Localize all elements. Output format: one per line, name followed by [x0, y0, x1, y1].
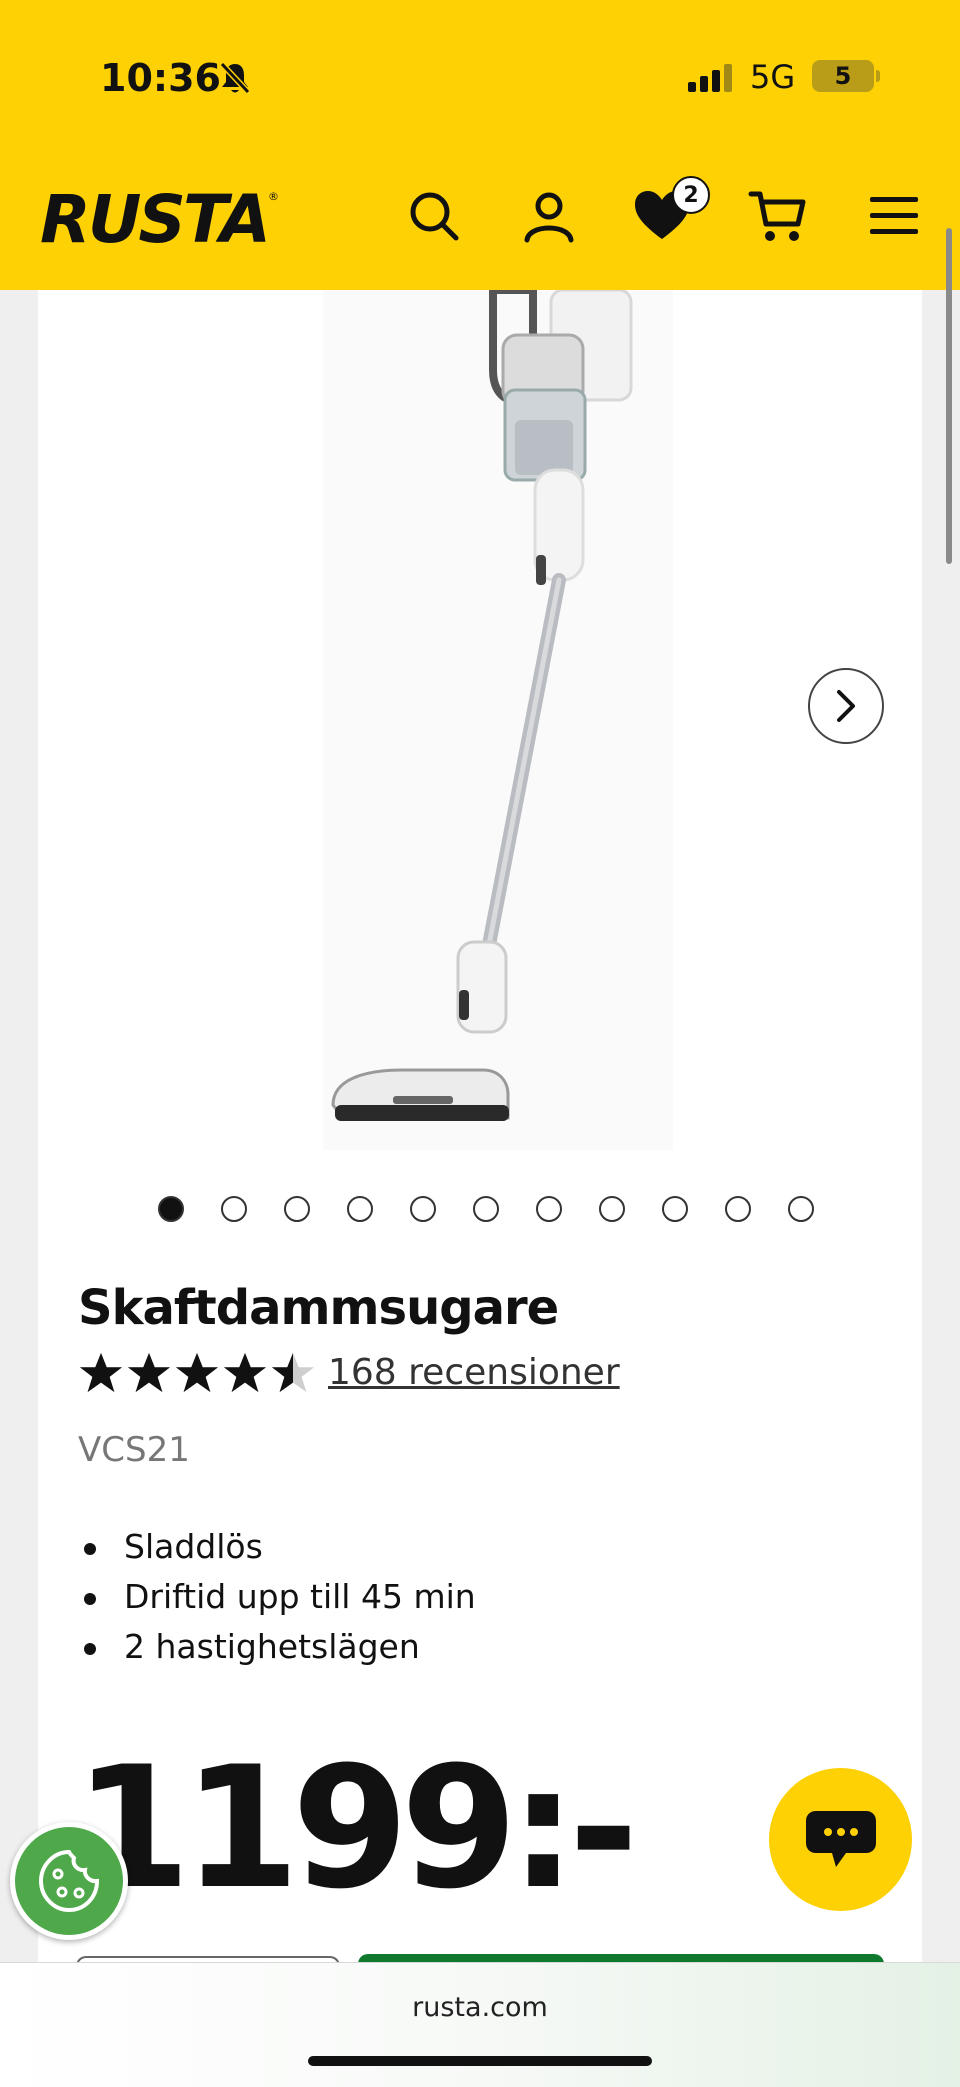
- feature-item: Sladdlös: [78, 1522, 476, 1572]
- rating-stars[interactable]: [78, 1350, 316, 1396]
- feature-list: Sladdlös Driftid upp till 45 min 2 hasti…: [78, 1522, 476, 1672]
- search-icon: [410, 192, 459, 241]
- gallery-dot[interactable]: [158, 1196, 184, 1222]
- menu-button[interactable]: [864, 186, 924, 246]
- chat-button[interactable]: [769, 1768, 912, 1911]
- gallery-pagination: [158, 1196, 814, 1222]
- product-price: 1199:-: [74, 1730, 638, 1926]
- favorites-count-badge: 2: [672, 176, 710, 214]
- star-icon: [223, 1352, 267, 1393]
- bullet: [84, 1543, 96, 1555]
- hamburger-menu-icon: [870, 197, 918, 234]
- home-indicator[interactable]: [308, 2056, 652, 2066]
- gallery-dot[interactable]: [473, 1196, 499, 1222]
- star-icon: [271, 1352, 315, 1393]
- svg-text:®: ®: [268, 190, 279, 203]
- search-button[interactable]: [404, 186, 464, 246]
- silent-bell-icon: [219, 61, 251, 95]
- page-scrollbar[interactable]: [946, 228, 952, 564]
- bullet: [84, 1593, 96, 1605]
- gallery-dot[interactable]: [599, 1196, 625, 1222]
- browser-url-bar[interactable]: [0, 1962, 960, 2087]
- rusta-logo[interactable]: RUSTA ®: [36, 180, 284, 250]
- signal-icon: [688, 64, 732, 92]
- cookie-icon: [38, 1849, 100, 1913]
- gallery-dot[interactable]: [725, 1196, 751, 1222]
- gallery-next-button[interactable]: [808, 668, 884, 744]
- product-title: Skaftdammsugare: [78, 1280, 559, 1336]
- battery-tip: [876, 70, 880, 82]
- product-model: VCS21: [78, 1430, 190, 1470]
- gallery-dot[interactable]: [347, 1196, 373, 1222]
- battery-level: 5: [834, 62, 852, 90]
- reviews-link[interactable]: 168 recensioner: [328, 1352, 620, 1393]
- feature-text: Driftid upp till 45 min: [124, 1577, 476, 1616]
- browser-url[interactable]: rusta.com: [0, 1992, 960, 2023]
- gallery-dot[interactable]: [410, 1196, 436, 1222]
- status-time: 10:36: [100, 56, 221, 100]
- product-card: Skaftdammsugare 168 recensioner VCS21 Sl…: [38, 290, 922, 1974]
- gallery-dot[interactable]: [221, 1196, 247, 1222]
- product-image[interactable]: [323, 290, 673, 1150]
- account-button[interactable]: [519, 186, 579, 246]
- gallery-dot[interactable]: [662, 1196, 688, 1222]
- star-icon: [79, 1352, 123, 1393]
- battery-indicator: 5: [812, 60, 874, 92]
- bullet: [84, 1643, 96, 1655]
- cookie-settings-button[interactable]: [10, 1822, 128, 1940]
- star-icon: [175, 1352, 219, 1393]
- cart-button[interactable]: [748, 186, 808, 246]
- feature-item: Driftid upp till 45 min: [78, 1572, 476, 1622]
- gallery-dot[interactable]: [284, 1196, 310, 1222]
- svg-text:RUSTA: RUSTA: [40, 181, 268, 250]
- feature-text: Sladdlös: [124, 1527, 263, 1566]
- gallery-dot[interactable]: [788, 1196, 814, 1222]
- gallery-dot[interactable]: [536, 1196, 562, 1222]
- feature-item: 2 hastighetslägen: [78, 1622, 476, 1672]
- chevron-right-icon: [837, 690, 855, 722]
- user-icon: [524, 192, 574, 243]
- cart-icon: [748, 191, 806, 241]
- star-icon: [127, 1352, 171, 1393]
- chat-bubble-icon: [805, 1810, 876, 1867]
- feature-text: 2 hastighetslägen: [124, 1627, 420, 1666]
- network-label: 5G: [750, 58, 796, 96]
